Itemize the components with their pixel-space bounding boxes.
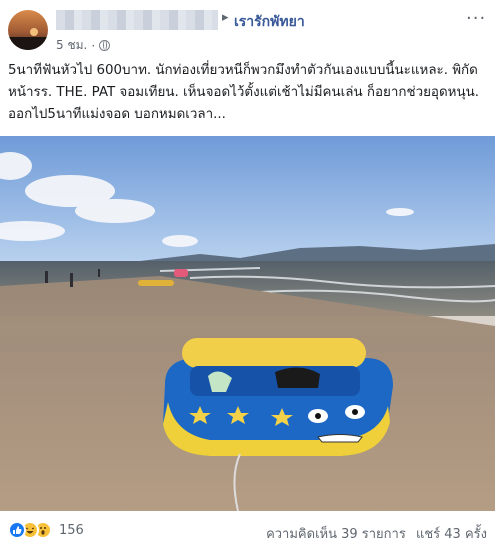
reactions-summary[interactable]: 156 bbox=[8, 521, 84, 539]
more-options-icon[interactable]: ··· bbox=[466, 8, 486, 29]
like-icon bbox=[8, 521, 26, 539]
blurred-author-name bbox=[56, 10, 218, 30]
shares-count-link[interactable]: แชร์ 43 ครั้ง bbox=[416, 527, 487, 542]
avatar-image bbox=[8, 10, 48, 50]
group-name-link[interactable]: เรารักพัทยา bbox=[234, 11, 305, 33]
post-meta: 5 ชม. · bbox=[56, 36, 111, 55]
post-text: 5นาทีฟันหัวไป 600บาท. นักท่องเที่ยวหนีก็… bbox=[8, 63, 480, 122]
post-time[interactable]: 5 ชม. bbox=[56, 36, 87, 55]
avatar[interactable] bbox=[8, 10, 48, 50]
post-header: ▸ เรารักพัทยา 5 ชม. · ··· bbox=[0, 0, 495, 58]
engagement-stats: ความคิดเห็น 39 รายการ แชร์ 43 ครั้ง bbox=[260, 523, 487, 544]
post-photo[interactable] bbox=[0, 136, 495, 511]
meta-separator: · bbox=[91, 38, 96, 53]
comments-count-link[interactable]: ความคิดเห็น 39 รายการ bbox=[266, 527, 406, 542]
facebook-post: ▸ เรารักพัทยา 5 ชม. · ··· 5นาทีฟันหัวไป … bbox=[0, 0, 495, 546]
share-arrow-icon: ▸ bbox=[222, 10, 229, 25]
globe-icon bbox=[99, 40, 111, 51]
post-footer: 156 ความคิดเห็น 39 รายการ แชร์ 43 ครั้ง bbox=[0, 514, 495, 546]
reaction-count: 156 bbox=[59, 522, 84, 538]
beach-photo bbox=[0, 136, 495, 511]
